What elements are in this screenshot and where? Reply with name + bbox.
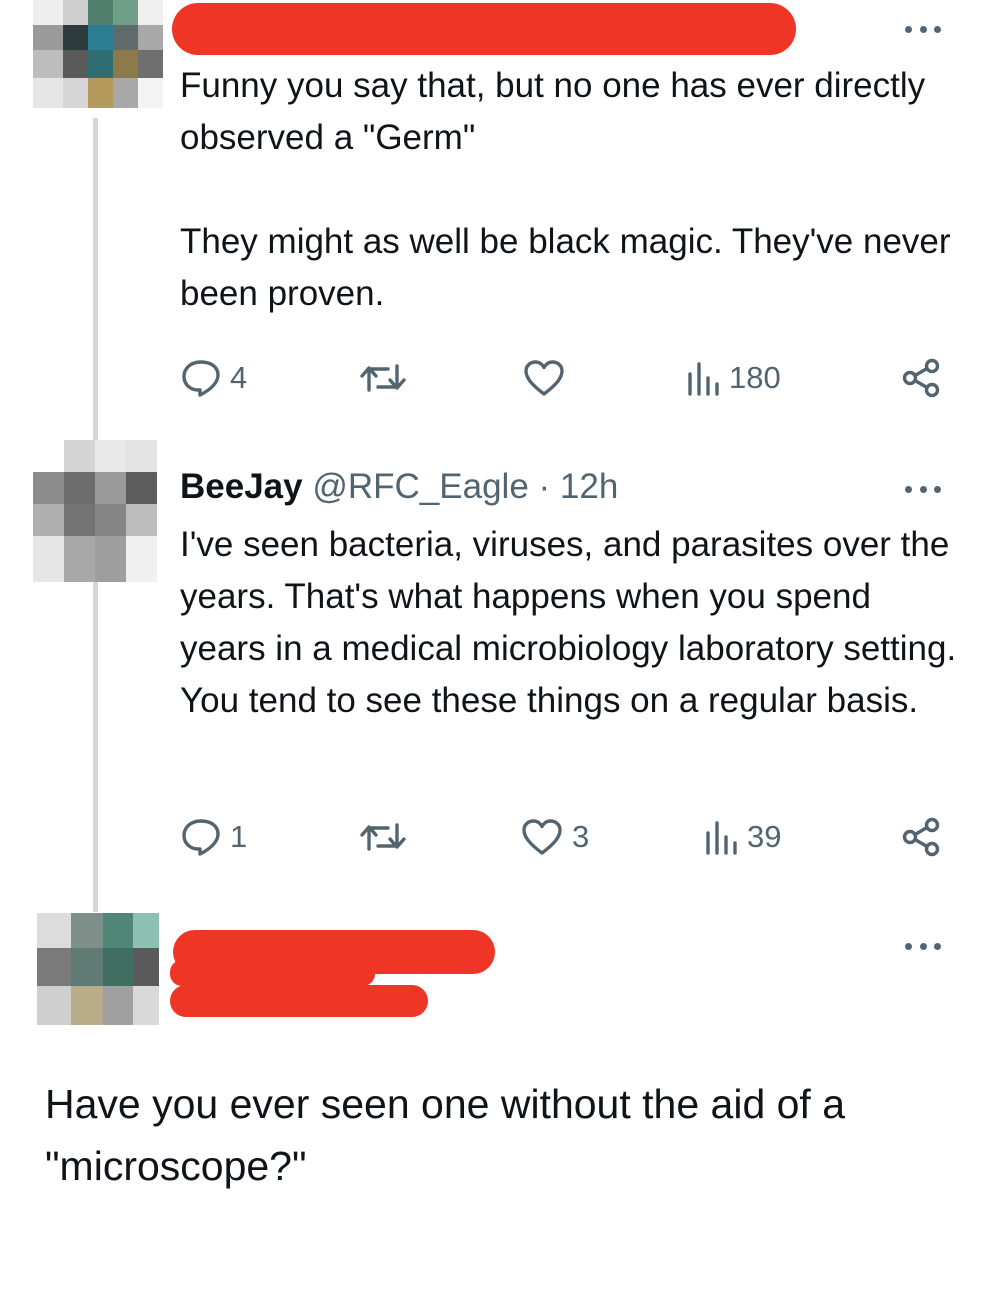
- views-count: 39: [747, 819, 782, 854]
- tweet-text: Funny you say that, but no one has ever …: [180, 66, 951, 313]
- retweet-icon: [360, 364, 406, 392]
- like-button[interactable]: 3: [520, 817, 589, 857]
- reply-icon: [182, 360, 220, 397]
- reply-icon: [182, 819, 220, 856]
- more-icon[interactable]: [905, 941, 941, 951]
- views-icon: [706, 821, 737, 855]
- timestamp[interactable]: 12h: [560, 467, 618, 506]
- share-button[interactable]: [900, 817, 942, 857]
- thread-line-1: [93, 118, 98, 440]
- like-button[interactable]: [522, 358, 574, 398]
- more-icon[interactable]: [905, 24, 941, 34]
- author-handle[interactable]: @RFC_Eagle: [312, 467, 528, 506]
- like-count: 3: [572, 819, 590, 854]
- heart-icon: [522, 819, 562, 855]
- retweet-button[interactable]: [358, 819, 416, 855]
- avatar[interactable]: [37, 913, 159, 1025]
- retweet-icon: [360, 823, 406, 851]
- reply-button[interactable]: 1: [180, 817, 247, 857]
- tweet-text: I've seen bacteria, viruses, and parasit…: [180, 525, 966, 720]
- author-name[interactable]: BeeJay: [180, 467, 303, 506]
- redacted-name: [172, 3, 796, 55]
- redacted-handle: [170, 985, 428, 1017]
- redacted-handle: [170, 960, 375, 986]
- tweet-header: BeeJay @RFC_Eagle · 12h: [180, 465, 618, 509]
- focused-tweet-text: Have you ever seen one without the aid o…: [45, 1081, 857, 1189]
- retweet-button[interactable]: [358, 360, 416, 396]
- views-icon: [688, 362, 719, 396]
- share-button[interactable]: [900, 358, 942, 398]
- heart-icon: [524, 360, 564, 396]
- reply-count: 4: [230, 360, 248, 395]
- avatar[interactable]: [33, 440, 157, 582]
- share-icon: [902, 817, 940, 857]
- views-button[interactable]: 39: [703, 819, 781, 855]
- avatar[interactable]: [33, 0, 163, 108]
- views-count: 180: [729, 360, 781, 395]
- share-icon: [902, 358, 940, 398]
- views-button[interactable]: 180: [685, 360, 781, 396]
- separator: ·: [538, 467, 551, 506]
- reply-count: 1: [230, 819, 248, 854]
- thread-line-2: [93, 582, 98, 912]
- more-icon[interactable]: [905, 484, 941, 494]
- reply-button[interactable]: 4: [180, 358, 247, 398]
